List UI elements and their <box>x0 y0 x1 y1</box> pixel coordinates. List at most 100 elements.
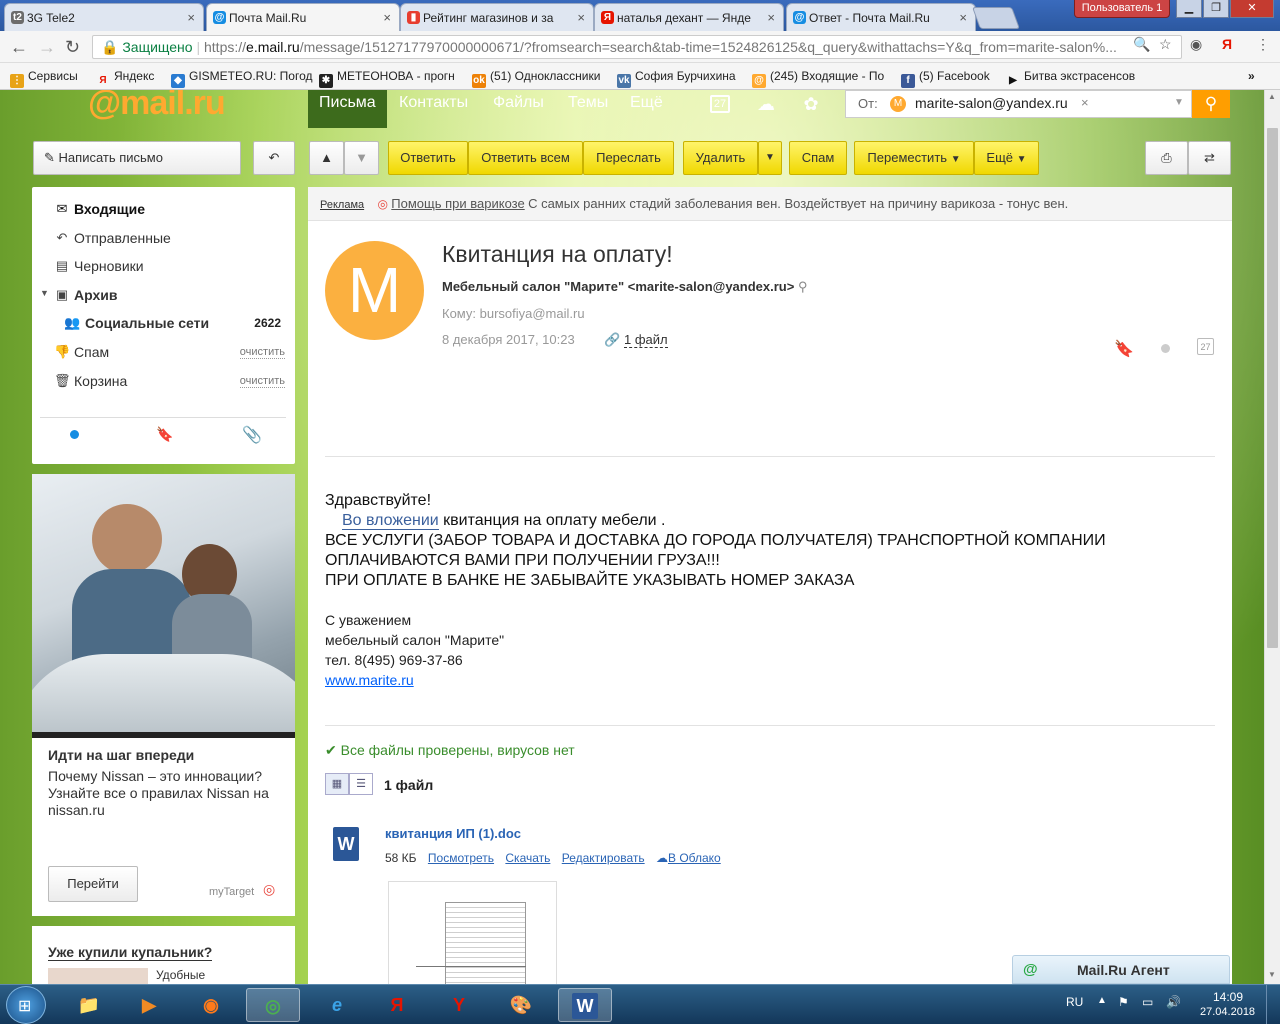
folder-spam[interactable]: 👎 Спам очистить <box>32 338 295 366</box>
document-preview-thumbnail[interactable] <box>388 881 557 984</box>
network-icon[interactable]: ▭ <box>1142 995 1153 1009</box>
ad-link[interactable]: Помощь при варикозе <box>391 196 524 211</box>
taskbar-word[interactable]: W <box>558 988 612 1022</box>
mailru-logo[interactable]: @mail.ru <box>88 90 226 123</box>
nissan-ad[interactable]: Идти на шаг впереди Почему Nissan – это … <box>32 474 295 916</box>
attachment-link[interactable]: Во вложении <box>342 512 439 530</box>
bookmark-odnoklassniki[interactable]: ok (51) Одноклассники <box>472 69 600 88</box>
files-anchor-link[interactable]: 1 файл <box>624 332 668 348</box>
maximize-button[interactable]: ❐ <box>1203 0 1229 18</box>
collapse-triangle-icon[interactable]: ▼ <box>40 288 49 298</box>
volume-icon[interactable]: 🔊 <box>1166 995 1181 1009</box>
discount-icon[interactable]: ✿ <box>800 94 822 114</box>
tab-yandex[interactable]: Я наталья дехант — Янде × <box>594 3 784 31</box>
ad2-title[interactable]: Уже купили купальник? <box>48 944 213 961</box>
chip-remove-icon[interactable]: × <box>1081 95 1089 110</box>
attachment-filter-icon[interactable]: 📎 <box>242 425 262 445</box>
print-button[interactable]: ⎙ <box>1145 141 1188 175</box>
spam-button[interactable]: Спам <box>789 141 847 175</box>
delete-button[interactable]: Удалить <box>683 141 758 175</box>
taskbar-yandex-browser[interactable]: Я <box>370 988 424 1022</box>
yandex-extension-icon[interactable]: Я <box>1222 36 1232 52</box>
search-input[interactable]: От: M marite-salon@yandex.ru × ▼ <box>845 90 1192 118</box>
reload-icon[interactable]: ↻ <box>65 37 80 58</box>
scroll-down-icon[interactable]: ▼ <box>1268 970 1276 979</box>
ad-title[interactable]: Идти на шаг впереди <box>48 747 194 763</box>
search-button[interactable]: ⚲ <box>1192 90 1230 118</box>
folder-inbox[interactable]: ✉ Входящие <box>32 195 295 223</box>
nav-contacts[interactable]: Контакты <box>388 90 479 128</box>
bookmark-vk[interactable]: vk София Бурчихина <box>617 69 736 88</box>
undo-button[interactable]: ↶ <box>253 141 295 175</box>
nav-letters[interactable]: Письма <box>308 90 387 128</box>
start-button[interactable]: ⊞ <box>6 986 46 1024</box>
more-actions-button[interactable]: Ещё ▼ <box>974 141 1039 175</box>
close-icon[interactable]: × <box>577 10 585 25</box>
clean-trash-link[interactable]: очистить <box>239 375 285 388</box>
ad-go-button[interactable]: Перейти <box>48 866 138 902</box>
taskbar-paint[interactable]: 🎨 <box>494 988 548 1022</box>
show-desktop-button[interactable] <box>1266 985 1280 1024</box>
bookmark-yandex[interactable]: Я Яндекс <box>96 69 154 88</box>
website-link[interactable]: www.marite.ru <box>325 672 414 688</box>
bookmark-facebook[interactable]: f (5) Facebook <box>901 69 990 88</box>
reply-all-button[interactable]: Ответить всем <box>468 141 583 175</box>
list-view-icon[interactable]: ☰ <box>349 773 373 795</box>
bookmark-services[interactable]: ⋮ Сервисы <box>10 69 78 88</box>
user-profile-badge[interactable]: Пользователь 1 <box>1074 0 1170 18</box>
edit-link[interactable]: Редактировать <box>562 851 645 865</box>
tab-reply-mailru[interactable]: @ Ответ - Почта Mail.Ru × <box>786 3 976 31</box>
minimize-button[interactable]: ▁ <box>1176 0 1202 18</box>
back-icon[interactable]: ← <box>10 37 28 58</box>
calendar-icon[interactable]: 27 <box>1197 338 1214 355</box>
bookmark-bitva[interactable]: ▶ Битва экстрасенсов <box>1006 69 1135 88</box>
chevron-down-icon[interactable]: ▼ <box>1174 97 1184 108</box>
previous-message-button[interactable]: ▲ <box>309 141 344 175</box>
clean-spam-link[interactable]: очистить <box>239 346 285 359</box>
star-icon[interactable]: ☆ <box>1159 36 1172 53</box>
zoom-icon[interactable]: 🔍 <box>1133 36 1150 53</box>
toggle-view-button[interactable]: ⇄ <box>1188 141 1231 175</box>
bookmark-gismeteo[interactable]: ◆ GISMETEO.RU: Погод <box>171 69 313 88</box>
language-indicator[interactable]: RU <box>1066 995 1083 1009</box>
calendar-icon[interactable]: 27 <box>710 95 730 113</box>
close-icon[interactable]: × <box>383 10 391 25</box>
folder-social[interactable]: 👥 Социальные сети 2622 <box>32 309 295 337</box>
compose-button[interactable]: ✎ Написать письмо <box>33 141 241 175</box>
scroll-up-icon[interactable]: ▲ <box>1268 92 1276 101</box>
view-link[interactable]: Посмотреть <box>428 851 494 865</box>
taskbar-firefox[interactable]: ◉ <box>184 988 238 1022</box>
taskbar-explorer[interactable]: 📁 <box>62 988 116 1022</box>
menu-icon[interactable]: ⋮ <box>1256 36 1270 53</box>
unread-toggle-icon[interactable] <box>1161 344 1170 353</box>
forward-icon[interactable]: → <box>38 37 56 58</box>
nav-more[interactable]: Ещё <box>619 90 674 128</box>
tab-rating[interactable]: ▮ Рейтинг магазинов и за × <box>400 3 594 31</box>
close-window-button[interactable]: ✕ <box>1230 0 1274 18</box>
nav-themes[interactable]: Темы <box>557 90 619 128</box>
more-bookmarks-icon[interactable]: » <box>1248 69 1255 83</box>
close-icon[interactable]: × <box>767 10 775 25</box>
folder-drafts[interactable]: ▤ Черновики <box>32 252 295 280</box>
folder-archive[interactable]: ▼ ▣ Архив <box>32 281 295 309</box>
taskbar-chrome[interactable]: ◎ <box>246 988 300 1022</box>
magnifier-icon[interactable]: ⚲ <box>798 279 808 294</box>
bookmark-icon[interactable]: 🔖 <box>1114 339 1134 359</box>
close-icon[interactable]: × <box>959 10 967 25</box>
page-scrollbar[interactable]: ▲ ▼ <box>1264 90 1280 984</box>
address-bar[interactable]: 🔒 Защищено | https://e.mail.ru/message/1… <box>92 35 1182 59</box>
folder-sent[interactable]: ↶ Отправленные <box>32 224 295 252</box>
taskbar-yandex[interactable]: Y <box>432 988 486 1022</box>
nav-files[interactable]: Файлы <box>482 90 555 128</box>
next-message-button[interactable]: ▼ <box>344 141 379 175</box>
folder-trash[interactable]: 🗑 Корзина очистить <box>32 367 295 395</box>
download-link[interactable]: Скачать <box>505 851 550 865</box>
bookmark-inbox[interactable]: @ (245) Входящие - По <box>752 69 884 88</box>
new-tab-button[interactable] <box>971 7 1021 29</box>
ad-banner[interactable]: Реклама ◎ Помощь при варикозе С самых ра… <box>308 187 1232 221</box>
message-sender[interactable]: Мебельный салон "Марите" <marite-salon@y… <box>442 279 807 295</box>
grid-view-icon[interactable]: ▦ <box>325 773 349 795</box>
mail-agent-widget[interactable]: @ Mail.Ru Агент <box>1012 955 1230 984</box>
taskbar-ie[interactable]: e <box>310 988 364 1022</box>
flag-filter-icon[interactable]: 🔖 <box>156 426 173 443</box>
